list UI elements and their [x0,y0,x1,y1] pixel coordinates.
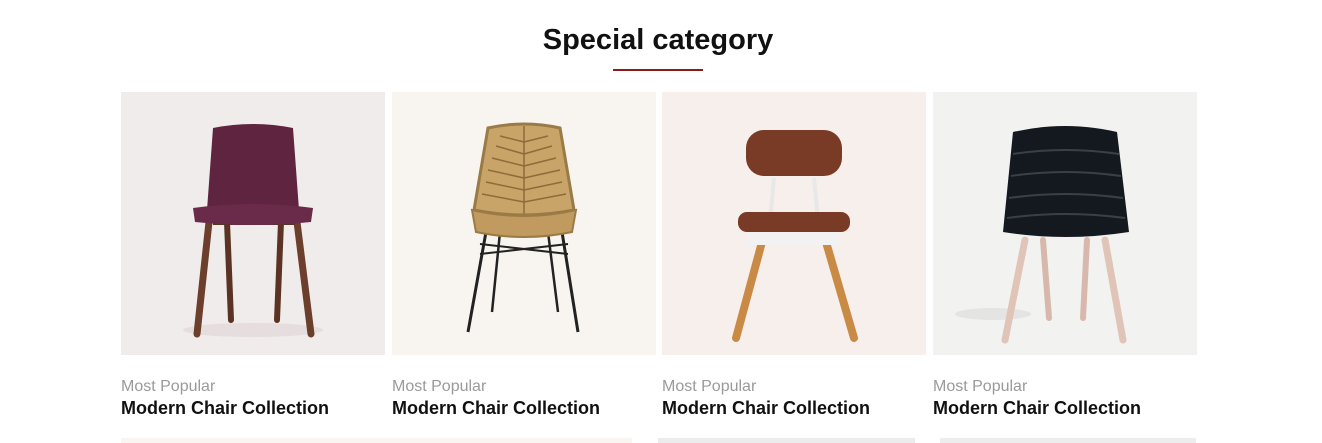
category-grid: Most Popular Modern Chair Collection Mos… [121,92,1197,432]
card-eyebrow: Most Popular [662,378,757,395]
card-title-link[interactable]: Modern Chair Collection [933,398,1197,419]
category-card[interactable]: Most Popular Modern Chair Collection [121,92,385,419]
product-image-black-chair[interactable] [933,92,1197,355]
next-row-image-strip [658,438,915,443]
next-row-image-strip [121,438,632,443]
category-card[interactable]: Most Popular Modern Chair Collection [392,92,656,419]
product-image-leather-chair[interactable] [662,92,926,355]
product-image-purple-chair[interactable] [121,92,385,355]
title-underline [613,69,703,71]
card-eyebrow: Most Popular [933,378,1028,395]
category-card[interactable]: Most Popular Modern Chair Collection [933,92,1197,419]
card-title-link[interactable]: Modern Chair Collection [392,398,656,419]
card-title-link[interactable]: Modern Chair Collection [121,398,385,419]
next-row-image-strip [940,438,1196,443]
section-title: Special category [542,24,774,56]
card-title-link[interactable]: Modern Chair Collection [662,398,926,419]
product-image-rattan-chair[interactable] [392,92,656,355]
category-card[interactable]: Most Popular Modern Chair Collection [662,92,926,419]
card-eyebrow: Most Popular [121,378,216,395]
card-eyebrow: Most Popular [392,378,487,395]
